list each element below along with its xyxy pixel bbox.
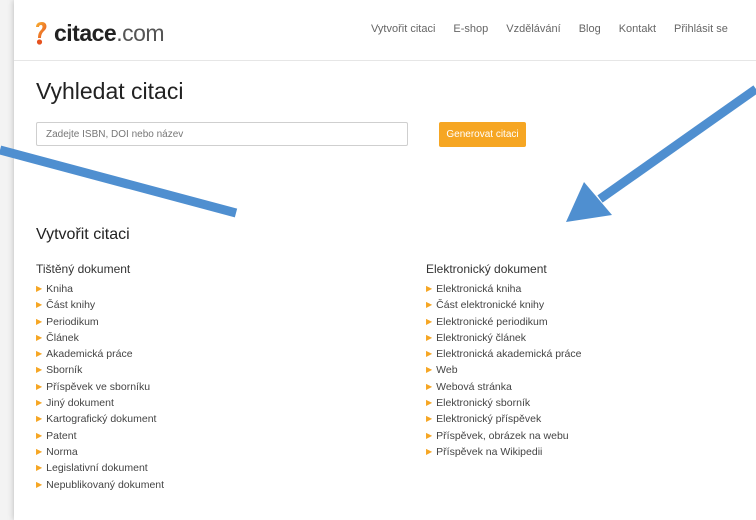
list-item[interactable]: ▶ Legislativní dokument — [36, 460, 164, 476]
site-logo[interactable]: citace.com — [34, 18, 165, 48]
list-item-link[interactable]: Elektronický sborník — [436, 397, 530, 409]
triangle-right-icon: ▶ — [36, 414, 43, 424]
triangle-right-icon: ▶ — [426, 430, 433, 440]
main-nav: Vytvořit citaci E-shop Vzdělávání Blog K… — [371, 23, 746, 35]
printed-document-list: ▶ Kniha ▶ Část knihy ▶ Periodikum ▶ Článek ▶ Akad… — [36, 281, 164, 493]
generate-citation-button[interactable]: Generovat citaci — [439, 122, 526, 147]
printed-document-title: Tištěný dokument — [36, 262, 131, 276]
list-item-link[interactable]: Sborník — [46, 364, 82, 376]
list-item[interactable]: ▶ Elektronická akademická práce — [426, 346, 581, 362]
list-item-link[interactable]: Norma — [46, 446, 78, 458]
list-item-link[interactable]: Část knihy — [46, 299, 95, 311]
list-item-link[interactable]: Článek — [46, 332, 79, 344]
search-input[interactable] — [36, 122, 408, 146]
nav-item-eshop[interactable]: E-shop — [453, 23, 488, 35]
list-item-link[interactable]: Jiný dokument — [46, 397, 114, 409]
list-item-link[interactable]: Elektronický článek — [436, 332, 526, 344]
list-item-link[interactable]: Nepublikovaný dokument — [46, 479, 164, 491]
list-item-link[interactable]: Kniha — [46, 283, 73, 295]
triangle-right-icon: ▶ — [36, 332, 43, 342]
triangle-right-icon: ▶ — [426, 284, 433, 293]
list-item[interactable]: ▶ Periodikum — [36, 314, 164, 330]
list-item[interactable]: ▶ Sborník — [36, 362, 164, 378]
list-item[interactable]: ▶ Web — [426, 362, 581, 378]
list-item-link[interactable]: Webová stránka — [436, 381, 512, 393]
quote-mark-icon — [36, 22, 47, 45]
triangle-right-icon: ▶ — [36, 479, 43, 489]
list-item[interactable]: ▶ Příspěvek na Wikipedii — [426, 444, 581, 460]
electronic-document-title: Elektronický dokument — [426, 262, 547, 276]
list-item[interactable]: ▶ Část knihy — [36, 297, 164, 313]
printed-document-column: Tištěný dokument ▶ Kniha ▶ Část knihy ▶ Perio… — [36, 262, 164, 493]
list-item[interactable]: ▶ Akademická práce — [36, 346, 164, 362]
triangle-right-icon: ▶ — [426, 398, 433, 408]
list-item[interactable]: ▶ Elektronický sborník — [426, 395, 581, 411]
list-item-link[interactable]: Periodikum — [46, 316, 99, 328]
triangle-right-icon: ▶ — [426, 365, 433, 375]
triangle-right-icon: ▶ — [426, 381, 433, 391]
list-item[interactable]: ▶ Elektronická kniha — [426, 281, 581, 297]
triangle-right-icon: ▶ — [426, 300, 433, 310]
triangle-right-icon: ▶ — [426, 446, 433, 456]
list-item-link[interactable]: Příspěvek, obrázek na webu — [436, 430, 569, 442]
electronic-document-column: Elektronický dokument ▶ Elektronická knih… — [426, 262, 581, 460]
list-item-link[interactable]: Akademická práce — [46, 348, 132, 360]
list-item[interactable]: ▶ Elektronický příspěvek — [426, 411, 581, 427]
nav-item-login[interactable]: Přihlásit se — [674, 23, 728, 35]
list-item-link[interactable]: Elektronický příspěvek — [436, 413, 541, 425]
triangle-right-icon: ▶ — [36, 316, 43, 326]
list-item-link[interactable]: Elektronická kniha — [436, 283, 521, 295]
list-item-link[interactable]: Kartografický dokument — [46, 413, 156, 425]
list-item-link[interactable]: Legislativní dokument — [46, 462, 148, 474]
list-item[interactable]: ▶ Jiný dokument — [36, 395, 164, 411]
triangle-right-icon: ▶ — [36, 381, 43, 391]
list-item[interactable]: ▶ Kniha — [36, 281, 164, 297]
list-item[interactable]: ▶ Kartografický dokument — [36, 411, 164, 427]
list-item[interactable]: ▶ Webová stránka — [426, 379, 581, 395]
triangle-right-icon: ▶ — [36, 430, 43, 440]
nav-item-contact[interactable]: Kontakt — [619, 23, 656, 35]
list-item[interactable]: ▶ Elektronický článek — [426, 330, 581, 346]
list-item-link[interactable]: Část elektronické knihy — [436, 299, 544, 311]
list-item[interactable]: ▶ Příspěvek ve sborníku — [36, 379, 164, 395]
list-item-link[interactable]: Elektronická akademická práce — [436, 348, 581, 360]
logo-text: citace.com — [54, 19, 165, 46]
triangle-right-icon: ▶ — [36, 398, 43, 408]
nav-item-blog[interactable]: Blog — [579, 23, 601, 35]
list-item[interactable]: ▶ Příspěvek, obrázek na webu — [426, 428, 581, 444]
list-item[interactable]: ▶ Patent — [36, 428, 164, 444]
list-item[interactable]: ▶ Nepublikovaný dokument — [36, 477, 164, 493]
list-item[interactable]: ▶ Článek — [36, 330, 164, 346]
create-citation-heading: Vytvořit citaci — [36, 226, 130, 243]
triangle-right-icon: ▶ — [426, 332, 433, 342]
triangle-right-icon: ▶ — [36, 463, 43, 473]
triangle-right-icon: ▶ — [36, 365, 43, 375]
list-item-link[interactable]: Příspěvek na Wikipedii — [436, 446, 542, 458]
list-item-link[interactable]: Patent — [46, 430, 76, 442]
list-item-link[interactable]: Web — [436, 364, 457, 376]
site-header: citace.com Vytvořit citaci E-shop Vzdělá… — [14, 0, 756, 61]
triangle-right-icon: ▶ — [36, 284, 43, 293]
triangle-right-icon: ▶ — [36, 300, 43, 310]
list-item[interactable]: ▶ Norma — [36, 444, 164, 460]
list-item-link[interactable]: Příspěvek ve sborníku — [46, 381, 150, 393]
electronic-document-list: ▶ Elektronická kniha ▶ Část elektronické kn… — [426, 281, 581, 460]
triangle-right-icon: ▶ — [426, 414, 433, 424]
list-item[interactable]: ▶ Část elektronické knihy — [426, 297, 581, 313]
triangle-right-icon: ▶ — [36, 446, 43, 456]
triangle-right-icon: ▶ — [36, 349, 43, 359]
triangle-right-icon: ▶ — [426, 349, 433, 359]
nav-item-create-citation[interactable]: Vytvořit citaci — [371, 23, 435, 35]
list-item-link[interactable]: Elektronické periodikum — [436, 316, 547, 328]
search-heading: Vyhledat citaci — [36, 78, 184, 104]
nav-item-education[interactable]: Vzdělávání — [506, 23, 560, 35]
page-content: citace.com Vytvořit citaci E-shop Vzdělá… — [14, 0, 756, 520]
list-item[interactable]: ▶ Elektronické periodikum — [426, 314, 581, 330]
triangle-right-icon: ▶ — [426, 316, 433, 326]
